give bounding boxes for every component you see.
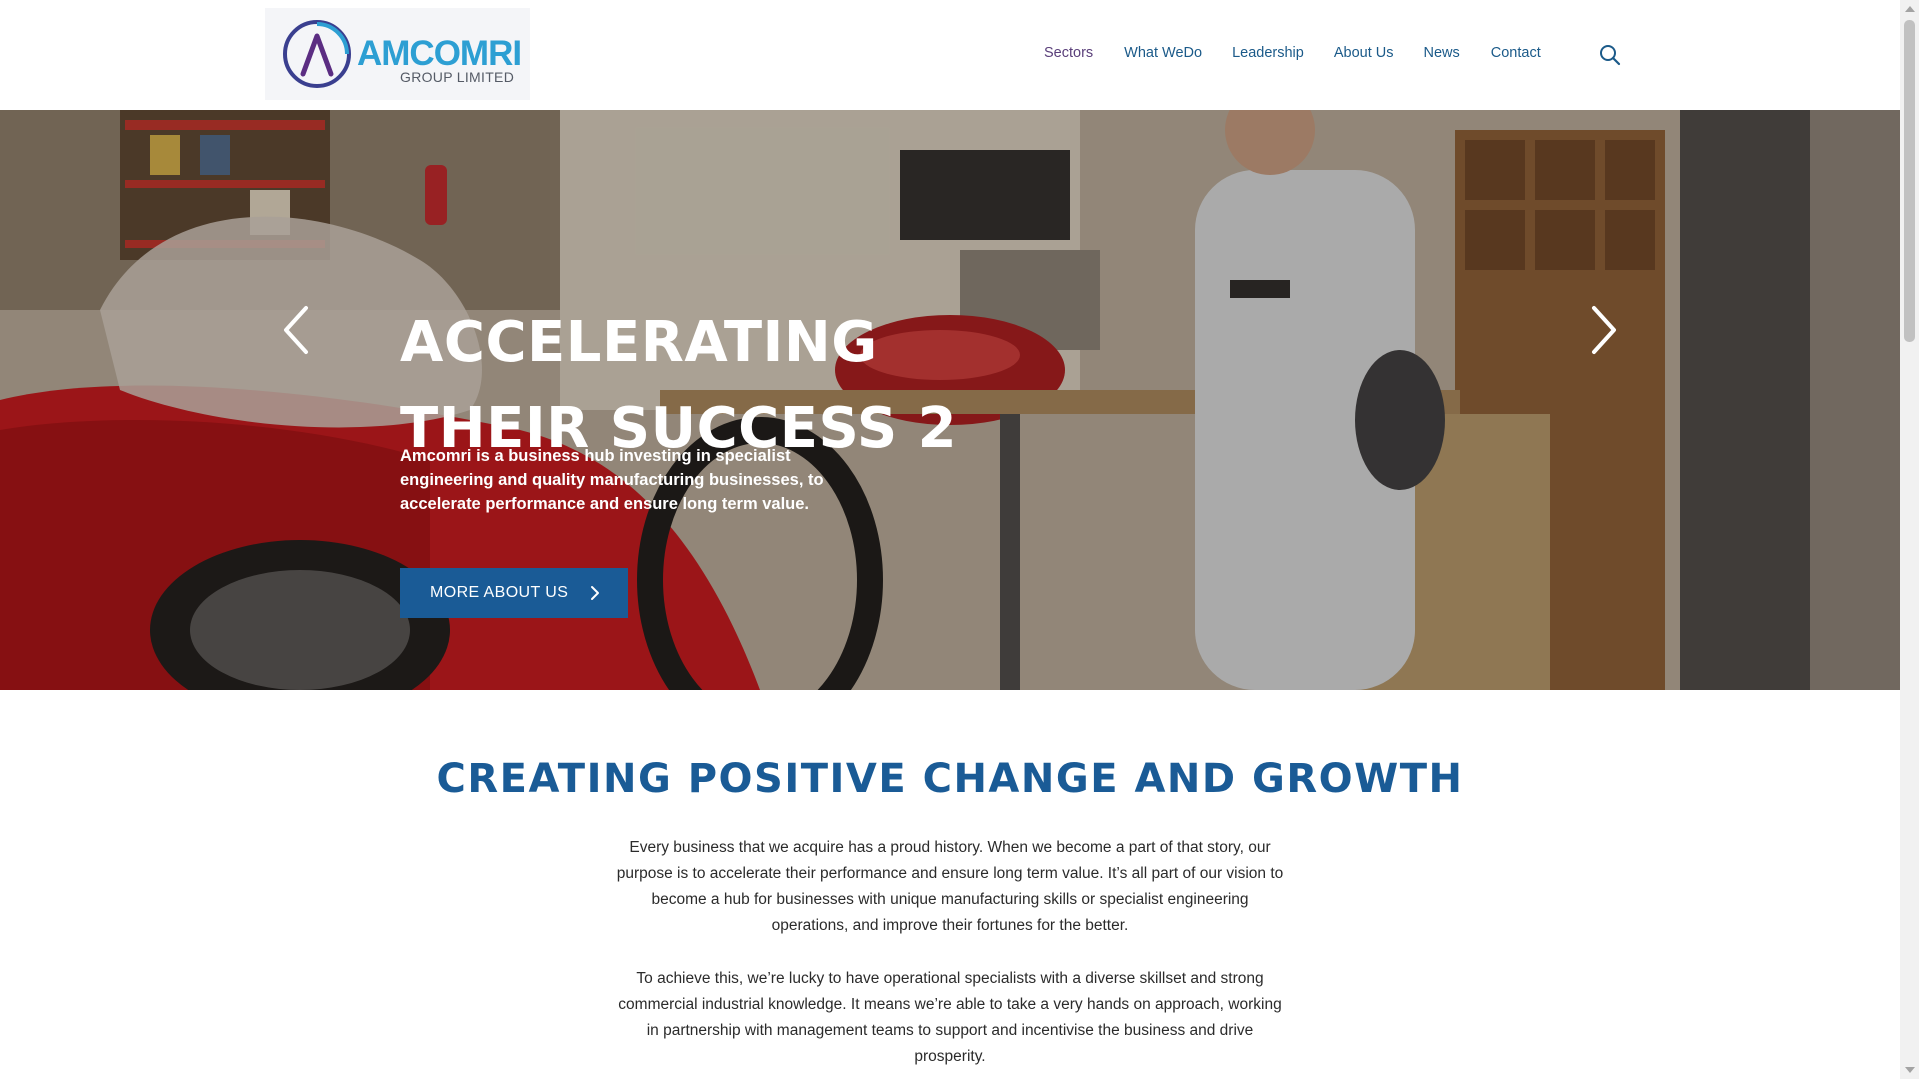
- chevron-right-icon: [1592, 306, 1616, 354]
- site-header: AMCOMRI GROUP LIMITED Sectors What WeDo …: [0, 0, 1900, 110]
- page-scrollbar[interactable]: [1900, 0, 1919, 1079]
- logo-mark-icon: [283, 20, 351, 88]
- logo-name: AMCOMRI: [357, 34, 522, 73]
- more-about-us-button[interactable]: MORE ABOUT US: [400, 568, 628, 618]
- hero-title-line-1: ACCELERATING: [400, 310, 878, 375]
- nav-item-contact[interactable]: Contact: [1491, 44, 1541, 62]
- logo-subtitle: GROUP LIMITED: [400, 69, 515, 85]
- search-icon: [1600, 45, 1621, 66]
- hero-description: Amcomri is a business hub investing in s…: [400, 447, 824, 513]
- nav-item-sectors[interactable]: Sectors: [1044, 44, 1093, 62]
- more-about-us-label: MORE ABOUT US: [430, 584, 569, 601]
- nav-item-leadership[interactable]: Leadership: [1232, 44, 1304, 62]
- slider-prev-arrow[interactable]: [278, 304, 314, 356]
- chevron-right-icon: [591, 586, 599, 600]
- nav-item-news[interactable]: News: [1423, 44, 1459, 62]
- intro-paragraph-2: To achieve this, we’re lucky to have ope…: [618, 970, 1282, 1065]
- scroll-down-icon[interactable]: [1905, 1067, 1915, 1073]
- chevron-left-icon: [284, 306, 308, 354]
- intro-heading: CREATING POSITIVE CHANGE AND GROWTH: [436, 756, 1464, 802]
- intro-paragraph-1: Every business that we acquire has a pro…: [616, 839, 1284, 934]
- scrollbar-thumb[interactable]: [1904, 20, 1915, 342]
- search-button[interactable]: [1599, 44, 1621, 66]
- amcomri-logo[interactable]: AMCOMRI GROUP LIMITED: [265, 8, 530, 100]
- slider-next-arrow[interactable]: [1586, 304, 1622, 356]
- nav-item-what-we-do[interactable]: What WeDo: [1124, 44, 1202, 62]
- scroll-up-icon[interactable]: [1905, 6, 1915, 12]
- main-nav: Sectors What WeDo Leadership About Us Ne…: [1044, 44, 1541, 62]
- hero-slider: ACCELERATING THEIR SUCCESS 2 Amcomri is …: [0, 110, 1900, 690]
- nav-item-about-us[interactable]: About Us: [1334, 44, 1394, 62]
